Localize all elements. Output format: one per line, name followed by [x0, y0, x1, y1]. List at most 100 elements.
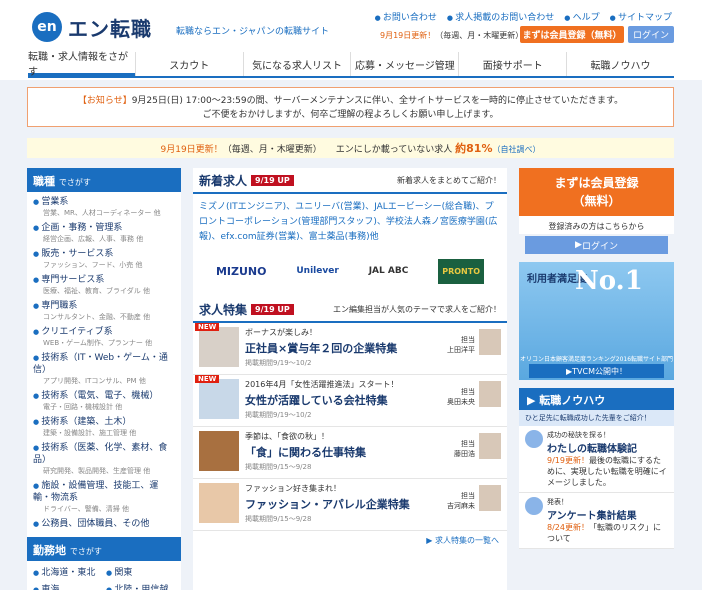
category-title[interactable]: 営業系	[33, 197, 68, 207]
logo-text: エン転職	[68, 16, 152, 41]
location-item[interactable]: 北陸・甲信越	[106, 582, 175, 590]
tvcm-text: TVCM公開中！	[572, 366, 627, 376]
feature-image[interactable]: NEW	[195, 323, 239, 367]
login-button[interactable]: ログイン	[628, 26, 674, 43]
category-item[interactable]: 公務員、団体職員、その他	[33, 518, 175, 530]
staff-label: 担当	[461, 440, 475, 448]
feature-item[interactable]: 季節は、「食欲の秋」！ 「食」に関わる仕事特集 掲載期間9/15〜9/28 担当…	[193, 427, 507, 479]
feature-item[interactable]: NEW 2016年4月「女性活躍推進法」スタート！ 女性が活躍している会社特集 …	[193, 375, 507, 427]
category-item[interactable]: 専門サービス系医療、福祉、教育、ブライダル 他	[33, 274, 175, 297]
category-item[interactable]: 技術系（建築、土木） 建築・設備設計、施工管理 他	[33, 416, 175, 439]
nav-saved-jobs[interactable]: 気になる求人リスト	[242, 52, 351, 76]
tvcm-button[interactable]: ▶ TVCM公開中！	[529, 364, 664, 378]
feature-period: 掲載期間9/15〜9/28	[245, 463, 312, 471]
new-jobs-badge: 9/19 UP	[251, 174, 294, 186]
category-title[interactable]: 技術系（医薬、化学、素材、食品）	[33, 443, 167, 465]
job-posting-contact-link[interactable]: 求人掲載のお問い合わせ	[447, 10, 554, 23]
satisfaction-ad[interactable]: 利用者満足度 No.1 オリコン日本顧客満足度ランキング2016転職サイト部門 …	[519, 262, 674, 380]
knowhow-title-link[interactable]: わたしの転職体験記	[547, 440, 668, 455]
category-title[interactable]: 専門職系	[33, 301, 77, 311]
category-title[interactable]: 販売・サービス系	[33, 249, 113, 259]
new-jobs-link[interactable]: 新着求人をまとめてご紹介！	[397, 175, 501, 186]
knowhow-item[interactable]: 発表！ アンケート集計結果 8/24更新！「転職のリスク」について	[519, 493, 674, 549]
feature-item[interactable]: NEW ボーナスが楽しみ！ 正社員×賞与年２回の企業特集 掲載期間9/19〜10…	[193, 323, 507, 375]
feature-staff: 担当 吉河麻未	[447, 485, 501, 511]
category-sub: WEB・ゲーム制作、プランナー 他	[43, 339, 153, 347]
pronto-logo[interactable]: PRONTO	[438, 258, 484, 284]
category-title[interactable]: 技術系（電気、電子、機械）	[33, 391, 158, 401]
banner-date: 9月19日更新！	[160, 144, 223, 155]
knowhow-title: 転職ノウハウ	[539, 394, 606, 407]
category-title[interactable]: 技術系（IT・Web・ゲーム・通信）	[33, 353, 168, 375]
category-item[interactable]: 施設・設備管理、技能工、運輸・物流系ドライバー、警備、清掃 他	[33, 480, 175, 515]
features-more-text[interactable]: 求人特集の一覧へ	[435, 536, 499, 545]
jal-abc-logo[interactable]: JAL ABC	[369, 266, 409, 276]
new-badge: NEW	[195, 323, 220, 331]
category-sub: 研究開発、製品開発、生産管理 他	[43, 467, 151, 475]
feature-image[interactable]	[199, 483, 239, 523]
help-link[interactable]: ヘルプ	[564, 10, 600, 23]
features-more-link[interactable]: ▶ 求人特集の一覧へ	[193, 531, 507, 550]
job-category-list: 営業系営業、MR、人材コーディネーター 他 企画・事務・管理系経営企画、広報、人…	[27, 192, 181, 537]
knowhow-item-body: 成功の秘訣を探る！ わたしの転職体験記 9/19更新！最後の転職にするために、実…	[547, 430, 668, 488]
location-item[interactable]: 関東	[106, 565, 175, 578]
category-item[interactable]: 技術系（電気、電子、機械） 電子・回路・機械設計 他	[33, 390, 175, 413]
right-sidebar: まずは会員登録 （無料） 登録済みの方はこちらから ▶ ログイン 利用者満足度 N…	[519, 168, 674, 590]
category-item[interactable]: 専門職系コンサルタント、金融、不動産 他	[33, 300, 175, 323]
category-sub: 医療、福祉、教育、ブライダル 他	[43, 287, 150, 295]
staff-name: 藤田浩	[454, 450, 475, 458]
category-title[interactable]: 技術系（建築、土木）	[33, 417, 131, 427]
knowhow-desc: 8/24更新！「転職のリスク」について	[547, 522, 668, 544]
location-item[interactable]: 東海	[33, 582, 102, 590]
site-logo[interactable]: en エン転職	[32, 12, 152, 42]
big-register-button[interactable]: まずは会員登録 （無料）	[519, 168, 674, 216]
maintenance-notice: 【お知らせ】9月25日(日) 17:00〜23:59の間、サーバーメンテナンスに…	[27, 87, 674, 127]
category-sub: 経営企画、広報、人事、事務 他	[43, 235, 144, 243]
category-title[interactable]: 施設・設備管理、技能工、運輸・物流系	[33, 481, 158, 503]
feature-image[interactable]: NEW	[195, 375, 239, 419]
category-title[interactable]: 企画・事務・管理系	[33, 223, 122, 233]
feature-item[interactable]: ファッション好き集まれ！ ファッション・アパレル企業特集 掲載期間9/15〜9/…	[193, 479, 507, 531]
category-sub: 建築・設備設計、施工管理 他	[43, 429, 137, 437]
registered-note: 登録済みの方はこちらから	[519, 216, 674, 234]
features-link[interactable]: エン編集担当が人気のテーマで求人をご紹介！	[333, 304, 501, 315]
features-title: 求人特集	[199, 302, 248, 317]
mizuno-logo[interactable]: MIZUNO	[216, 265, 267, 278]
category-item[interactable]: 企画・事務・管理系経営企画、広報、人事、事務 他	[33, 222, 175, 245]
category-title[interactable]: 専門サービス系	[33, 275, 104, 285]
nav-applications[interactable]: 応募・メッセージ管理	[350, 52, 458, 76]
location-item[interactable]: 北海道・東北	[33, 565, 102, 578]
category-item[interactable]: 営業系営業、MR、人材コーディネーター 他	[33, 196, 175, 219]
category-sub: 営業、MR、人材コーディネーター 他	[43, 209, 161, 217]
ad-no1: No.1	[575, 266, 643, 296]
banner-text-group: エンにしか載っていない求人 約81%（自社調べ）	[336, 140, 541, 156]
notice-text1: 9月25日(日) 17:00〜23:59の間、サーバーメンテナンスに伴い、全サイ…	[131, 96, 624, 106]
job-type-heading: 職種 でさがす	[27, 168, 181, 192]
category-item[interactable]: 販売・サービス系ファッション、フード、小売 他	[33, 248, 175, 271]
sitemap-link[interactable]: サイトマップ	[610, 10, 672, 23]
knowhow-sub: ひと足先に転職成功した先輩をご紹介！	[519, 410, 674, 426]
knowhow-item[interactable]: 成功の秘訣を探る！ わたしの転職体験記 9/19更新！最後の転職にするために、実…	[519, 426, 674, 493]
contact-link[interactable]: お問い合わせ	[375, 10, 437, 23]
nav-interview-support[interactable]: 面接サポート	[458, 52, 566, 76]
category-item[interactable]: 技術系（医薬、化学、素材、食品） 研究開発、製品開発、生産管理 他	[33, 442, 175, 477]
category-item[interactable]: クリエイティブ系 WEB・ゲーム制作、プランナー 他	[33, 326, 175, 349]
new-jobs-text[interactable]: ミズノ(ITエンジニア)、ユニリーバ(営業)、JALエービーシー(総合職)、プロ…	[193, 194, 507, 251]
nav-job-search[interactable]: 転職・求人情報をさがす	[28, 52, 135, 78]
banner-schedule: （毎週、月・木曜更新）	[222, 144, 322, 155]
feature-image[interactable]	[199, 431, 239, 471]
category-title[interactable]: 公務員、団体職員、その他	[33, 519, 149, 529]
big-login-button[interactable]: ▶ ログイン	[525, 236, 668, 254]
category-item[interactable]: 技術系（IT・Web・ゲーム・通信） アプリ開発、ITコンサル、PM 他	[33, 352, 175, 387]
unilever-logo[interactable]: Unilever	[296, 266, 338, 276]
feature-staff: 担当 奥田未央	[447, 381, 501, 407]
knowhow-title-link[interactable]: アンケート集計結果	[547, 507, 668, 522]
category-sub: ファッション、フード、小売 他	[43, 261, 143, 269]
nav-scout[interactable]: スカウト	[134, 52, 243, 76]
knowhow-small: 発表！	[547, 498, 568, 506]
category-title[interactable]: クリエイティブ系	[33, 327, 113, 337]
job-head-suffix: でさがす	[58, 178, 91, 187]
nav-knowhow[interactable]: 転職ノウハウ	[566, 52, 674, 76]
staff-info: 担当藤田浩	[454, 439, 475, 459]
register-button[interactable]: まずは会員登録（無料）	[520, 26, 624, 43]
